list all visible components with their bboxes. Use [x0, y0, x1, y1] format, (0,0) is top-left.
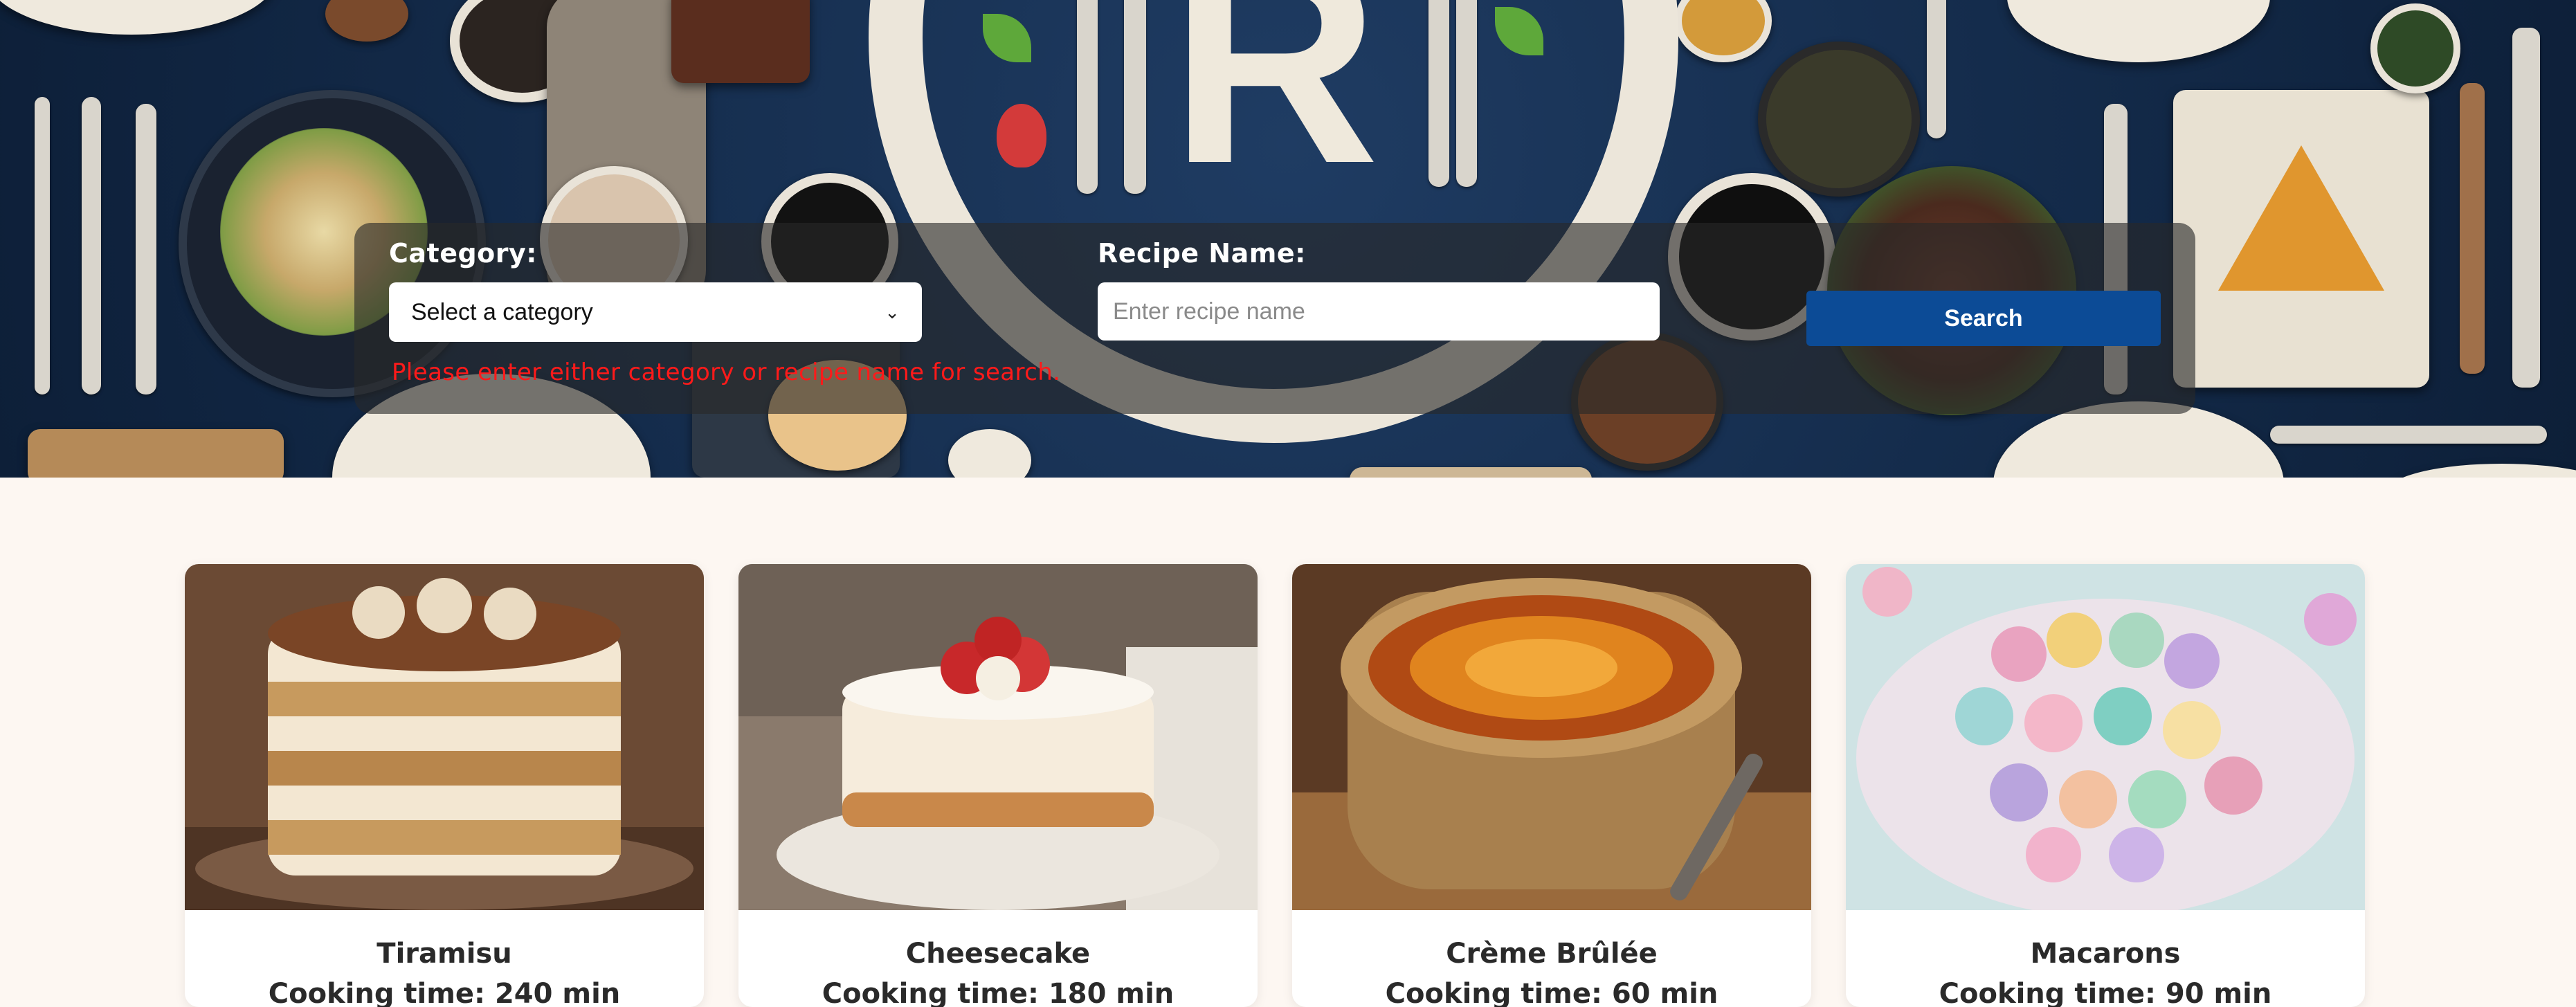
recipe-card-macarons[interactable]: Macarons Cooking time: 90 min [1846, 564, 2365, 1007]
recipe-name-placeholder: Enter recipe name [1113, 298, 1305, 325]
recipe-cooking-time: Cooking time: 240 min [268, 978, 621, 1007]
recipe-card-tiramisu[interactable]: Tiramisu Cooking time: 240 min [185, 564, 704, 1007]
logo-letter: R [1170, 0, 1380, 224]
recipe-name: Tiramisu [377, 938, 512, 970]
knife-image [2460, 83, 2485, 374]
recipe-name-input[interactable]: Enter recipe name [1098, 282, 1660, 341]
fork-image [82, 97, 101, 394]
cheesecake-image [738, 564, 1258, 910]
spice-bowl-image [325, 0, 408, 42]
recipe-cooking-time: Cooking time: 180 min [822, 978, 1174, 1007]
category-label: Category: [389, 238, 537, 269]
search-button[interactable]: Search [1806, 291, 2161, 346]
wooden-board-image [28, 429, 284, 478]
wooden-board-image [1350, 467, 1592, 478]
recipe-cooking-time: Cooking time: 90 min [1939, 978, 2272, 1007]
knife-image [1927, 0, 1946, 138]
meringue-image [948, 429, 1031, 478]
knife-image [2512, 28, 2540, 388]
category-select-value: Select a category [411, 298, 593, 325]
cake-slice-image [2218, 145, 2384, 291]
recipe-name: Crème Brûlée [1446, 938, 1658, 970]
chevron-down-icon: ⌄ [885, 301, 900, 323]
plate-image [0, 0, 277, 35]
recipe-card-cheesecake[interactable]: Cheesecake Cooking time: 180 min [738, 564, 1258, 1007]
plate-image [2388, 464, 2576, 478]
recipe-name-label: Recipe Name: [1098, 238, 1306, 269]
tapas-bowl-image [1758, 42, 1920, 197]
herb-bowl-image [2370, 3, 2460, 93]
category-select[interactable]: Select a category ⌄ [389, 282, 922, 342]
recipe-name: Cheesecake [905, 938, 1091, 970]
sauce-bowl-image [1675, 0, 1772, 62]
creme-brulee-image [1292, 564, 1811, 910]
recipe-card-creme-brulee[interactable]: Crème Brûlée Cooking time: 60 min [1292, 564, 1811, 1007]
recipe-cooking-time: Cooking time: 60 min [1385, 978, 1718, 1007]
fork-image [35, 97, 50, 394]
knife-image [136, 104, 156, 394]
plate-image [2007, 0, 2270, 62]
tiramisu-image [185, 564, 704, 910]
grilled-food-image [671, 0, 810, 83]
recipe-name: Macarons [2030, 938, 2181, 970]
macarons-image [1846, 564, 2365, 910]
error-message: Please enter either category or recipe n… [392, 359, 1061, 386]
fork-image [2270, 426, 2547, 444]
hero-banner: R Category: Select a category ⌄ Recipe N… [0, 0, 2576, 478]
